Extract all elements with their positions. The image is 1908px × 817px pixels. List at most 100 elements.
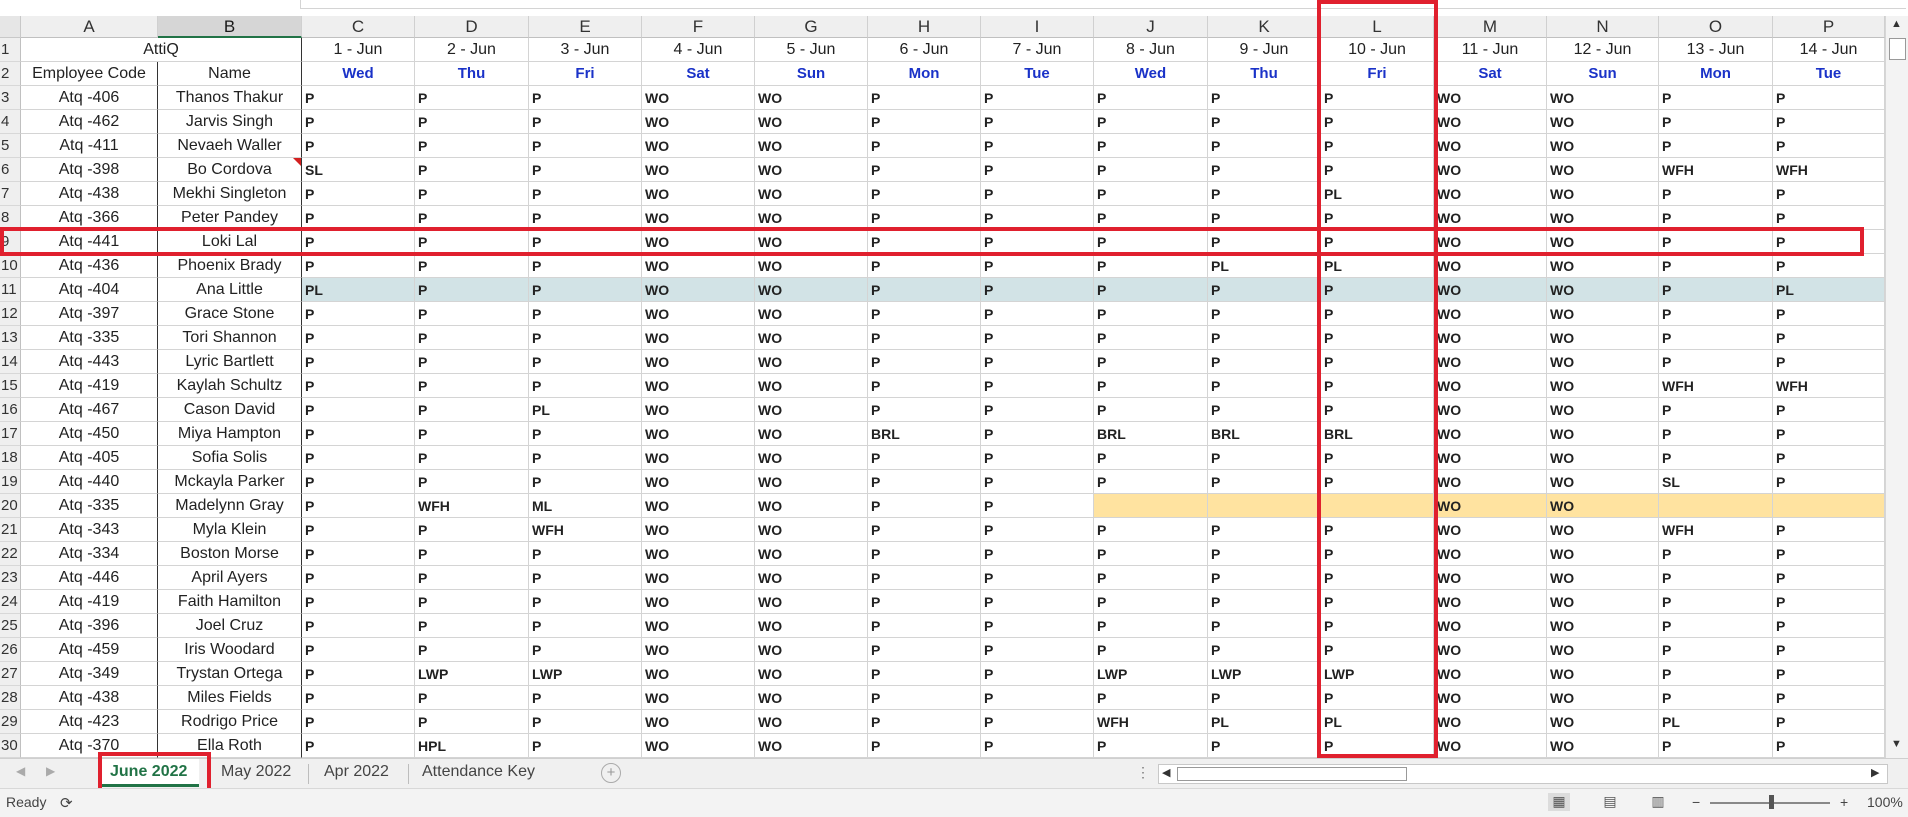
- attendance-cell[interactable]: P: [1659, 614, 1773, 638]
- attendance-cell[interactable]: P: [529, 566, 642, 590]
- attendance-cell[interactable]: P: [529, 542, 642, 566]
- column-header-i[interactable]: I: [981, 16, 1094, 38]
- employee-name-cell[interactable]: Ella Roth: [158, 734, 302, 758]
- attendance-cell[interactable]: P: [1094, 158, 1208, 182]
- attendance-cell[interactable]: WFH: [1659, 518, 1773, 542]
- attendance-cell[interactable]: P: [981, 566, 1094, 590]
- employee-code-cell[interactable]: Atq -443: [21, 350, 158, 374]
- attendance-cell[interactable]: P: [1773, 566, 1885, 590]
- attendance-cell[interactable]: P: [981, 422, 1094, 446]
- employee-name-cell[interactable]: Lyric Bartlett: [158, 350, 302, 374]
- attendance-cell[interactable]: P: [1659, 110, 1773, 134]
- attendance-cell[interactable]: WO: [755, 134, 868, 158]
- attendance-cell[interactable]: P: [529, 110, 642, 134]
- attendance-cell[interactable]: WO: [1547, 230, 1659, 254]
- attendance-cell[interactable]: P: [1321, 134, 1434, 158]
- attendance-cell[interactable]: P: [415, 302, 529, 326]
- attendance-cell[interactable]: WO: [642, 374, 755, 398]
- attendance-cell[interactable]: P: [868, 734, 981, 758]
- attendance-cell[interactable]: WO: [1434, 710, 1547, 734]
- attendance-cell[interactable]: P: [302, 422, 415, 446]
- column-header-l[interactable]: L: [1321, 16, 1434, 38]
- employee-name-cell[interactable]: Miles Fields: [158, 686, 302, 710]
- weekday-header-cell[interactable]: Thu: [1208, 62, 1321, 86]
- attendance-cell[interactable]: WFH: [1659, 374, 1773, 398]
- attendance-cell[interactable]: WO: [642, 134, 755, 158]
- attendance-cell[interactable]: P: [868, 326, 981, 350]
- attendance-cell[interactable]: WO: [755, 422, 868, 446]
- add-sheet-button[interactable]: +: [601, 763, 621, 783]
- attendance-cell[interactable]: P: [1208, 230, 1321, 254]
- attendance-cell[interactable]: P: [868, 182, 981, 206]
- attendance-cell[interactable]: WO: [1434, 278, 1547, 302]
- employee-code-cell[interactable]: Atq -396: [21, 614, 158, 638]
- attendance-cell[interactable]: WO: [755, 110, 868, 134]
- row-header-2[interactable]: 2: [0, 62, 21, 86]
- attendance-cell[interactable]: P: [1208, 206, 1321, 230]
- scroll-right-icon[interactable]: ▶: [1871, 766, 1879, 779]
- employee-name-cell[interactable]: Joel Cruz: [158, 614, 302, 638]
- attendance-cell[interactable]: LWP: [1094, 662, 1208, 686]
- page-layout-view-icon[interactable]: ▤: [1599, 793, 1621, 811]
- tab-may-2022[interactable]: May 2022: [209, 759, 303, 787]
- attendance-cell[interactable]: P: [302, 470, 415, 494]
- attendance-cell[interactable]: WO: [642, 158, 755, 182]
- attendance-cell[interactable]: P: [981, 182, 1094, 206]
- attendance-cell[interactable]: WO: [1547, 302, 1659, 326]
- attendance-cell[interactable]: P: [1321, 326, 1434, 350]
- attendance-cell[interactable]: P: [302, 182, 415, 206]
- employee-code-cell[interactable]: Atq -398: [21, 158, 158, 182]
- employee-name-cell[interactable]: Tori Shannon: [158, 326, 302, 350]
- attendance-cell[interactable]: WO: [1434, 86, 1547, 110]
- attendance-cell[interactable]: P: [1659, 350, 1773, 374]
- vertical-scrollbar[interactable]: ▲ ▼: [1885, 16, 1908, 758]
- attendance-cell[interactable]: P: [1659, 326, 1773, 350]
- attendance-cell[interactable]: PL: [1321, 182, 1434, 206]
- attendance-cell[interactable]: P: [981, 254, 1094, 278]
- attendance-cell[interactable]: WO: [1547, 638, 1659, 662]
- employee-code-cell[interactable]: Atq -462: [21, 110, 158, 134]
- employee-code-cell[interactable]: Atq -419: [21, 374, 158, 398]
- attendance-cell[interactable]: P: [868, 470, 981, 494]
- attendance-cell[interactable]: P: [302, 230, 415, 254]
- attendance-cell[interactable]: P: [981, 110, 1094, 134]
- column-header-c[interactable]: C: [302, 16, 415, 38]
- attendance-cell[interactable]: P: [302, 518, 415, 542]
- attendance-cell[interactable]: P: [981, 518, 1094, 542]
- attendance-cell[interactable]: P: [868, 350, 981, 374]
- attendance-cell[interactable]: WO: [1547, 326, 1659, 350]
- attendance-cell[interactable]: P: [529, 206, 642, 230]
- attendance-cell[interactable]: P: [1208, 326, 1321, 350]
- column-header-o[interactable]: O: [1659, 16, 1773, 38]
- row-header-20[interactable]: 20: [0, 494, 21, 518]
- attendance-cell[interactable]: WO: [642, 518, 755, 542]
- scroll-down-icon[interactable]: ▼: [1891, 738, 1902, 750]
- attendance-cell[interactable]: P: [1321, 374, 1434, 398]
- attendance-cell[interactable]: P: [302, 110, 415, 134]
- employee-code-cell[interactable]: Atq -446: [21, 566, 158, 590]
- attendance-cell[interactable]: P: [981, 446, 1094, 470]
- attendance-cell[interactable]: P: [1094, 470, 1208, 494]
- attendance-cell[interactable]: P: [415, 110, 529, 134]
- attendance-cell[interactable]: WO: [755, 230, 868, 254]
- date-header-cell[interactable]: 2 - Jun: [415, 38, 529, 62]
- attendance-cell[interactable]: P: [1094, 278, 1208, 302]
- attendance-cell[interactable]: P: [529, 422, 642, 446]
- attendance-cell[interactable]: PL: [1208, 254, 1321, 278]
- attendance-cell[interactable]: P: [1773, 350, 1885, 374]
- attendance-cell[interactable]: P: [1094, 134, 1208, 158]
- attendance-cell[interactable]: WO: [755, 182, 868, 206]
- attendance-cell[interactable]: WO: [1434, 302, 1547, 326]
- select-all-corner[interactable]: [0, 16, 21, 38]
- attendance-cell[interactable]: P: [529, 446, 642, 470]
- attendance-cell[interactable]: WO: [642, 542, 755, 566]
- attendance-cell[interactable]: P: [529, 278, 642, 302]
- attendance-cell[interactable]: P: [981, 638, 1094, 662]
- attendance-cell[interactable]: P: [1321, 158, 1434, 182]
- attendance-cell[interactable]: P: [302, 494, 415, 518]
- attendance-cell[interactable]: P: [415, 278, 529, 302]
- attendance-cell[interactable]: WO: [1547, 566, 1659, 590]
- attendance-cell[interactable]: WO: [642, 734, 755, 758]
- row-header-15[interactable]: 15: [0, 374, 21, 398]
- attendance-cell[interactable]: P: [1773, 86, 1885, 110]
